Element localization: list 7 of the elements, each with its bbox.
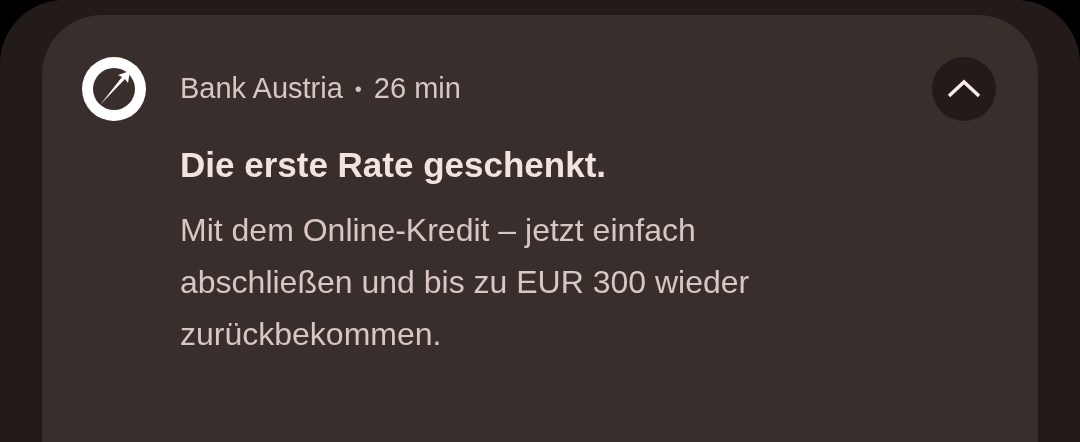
chevron-icon xyxy=(947,79,981,99)
app-logo-icon xyxy=(82,57,146,121)
app-name: Bank Austria xyxy=(180,71,343,107)
notification-title: Die erste Rate geschenkt. xyxy=(180,144,607,186)
notification-time: 26 min xyxy=(373,71,461,107)
separator-dot: • xyxy=(354,77,362,102)
notification-body: Mit dem Online-Kredit – jetzt einfach abschließen und bis zu EUR 300 wieder zurückbekommen. xyxy=(180,210,751,354)
